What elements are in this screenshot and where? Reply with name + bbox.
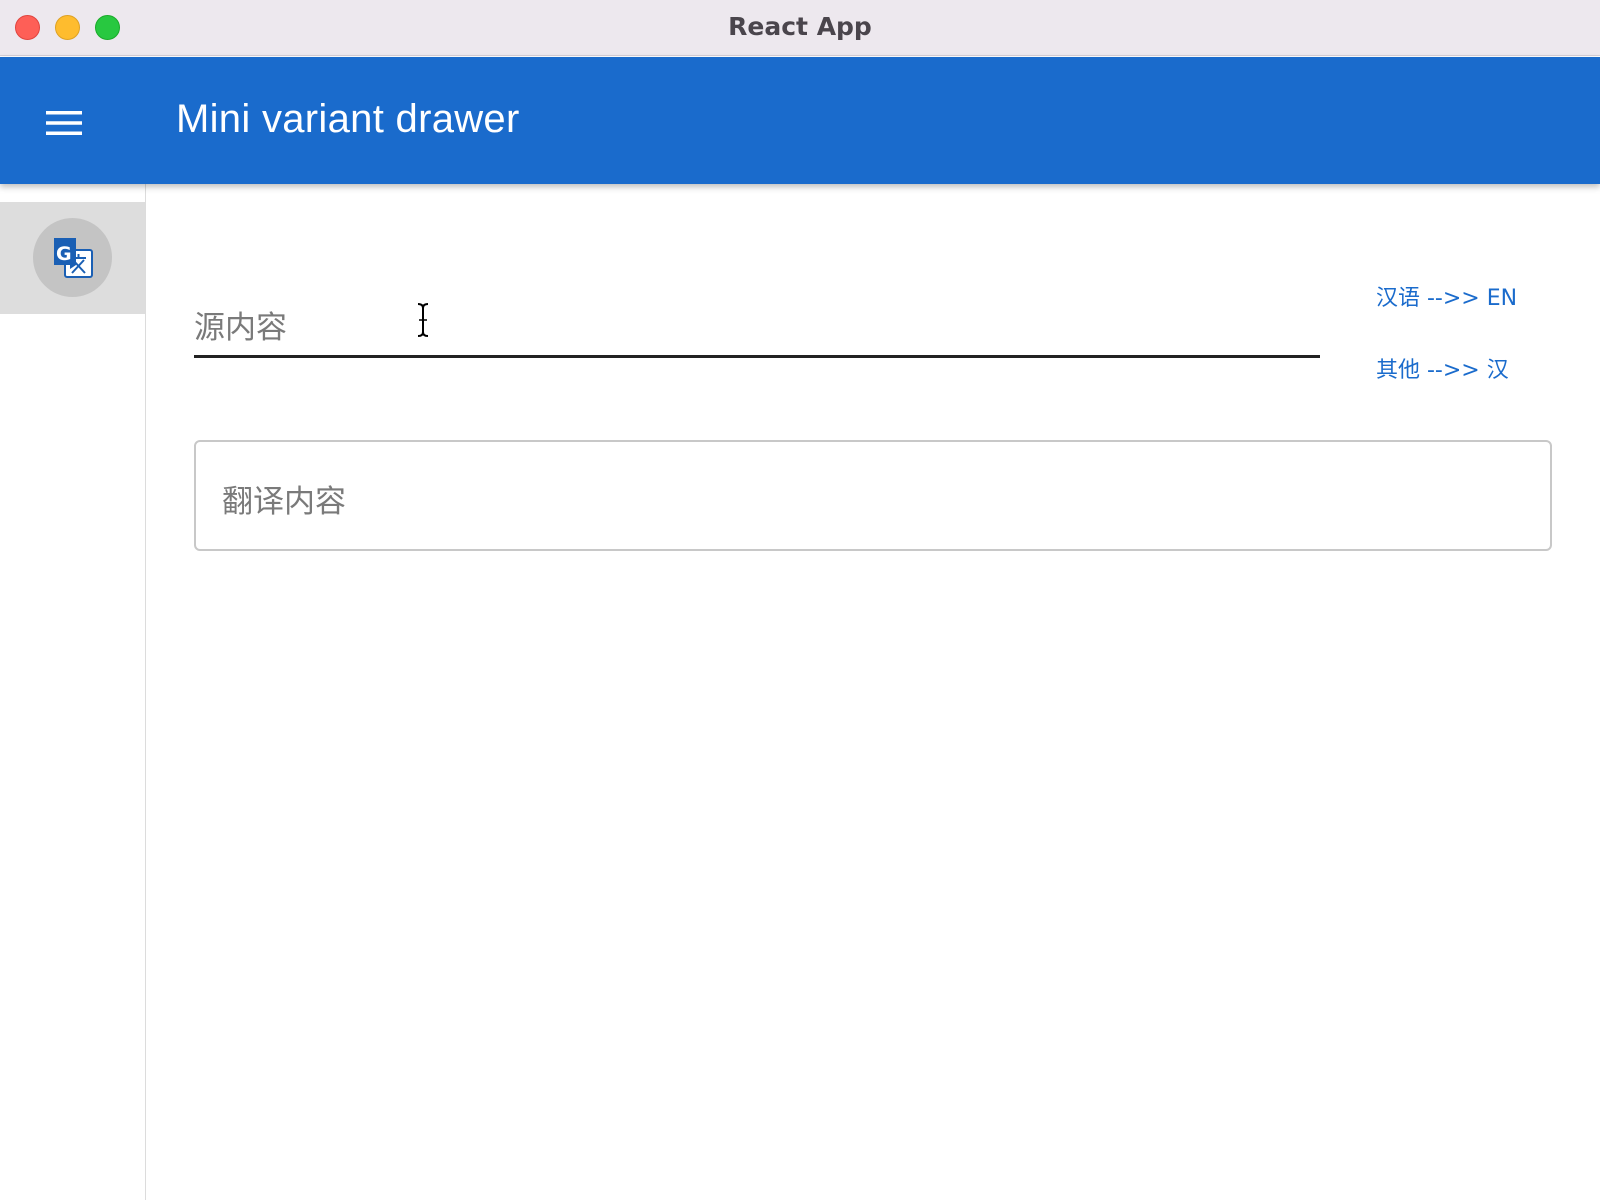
- avatar: G: [33, 218, 112, 297]
- other-to-zh-button[interactable]: 其他 -->> 汉: [1368, 348, 1517, 388]
- app-bar: Mini variant drawer: [0, 57, 1600, 184]
- source-text-field[interactable]: [194, 294, 1320, 358]
- main-content: 汉语 -->> EN 其他 -->> 汉: [146, 184, 1600, 1200]
- app-window: React App Mini variant drawer G 源内容 汉语 -…: [0, 0, 1600, 1200]
- menu-icon: [46, 111, 82, 135]
- title-bar: React App: [0, 0, 1600, 56]
- google-translate-icon: G: [53, 237, 93, 278]
- app-bar-title: Mini variant drawer: [176, 97, 520, 141]
- translation-output-field[interactable]: [194, 440, 1552, 551]
- mini-drawer: G: [0, 184, 146, 1200]
- source-input[interactable]: [194, 294, 1320, 355]
- text-cursor-icon: [417, 303, 429, 337]
- window-title: React App: [728, 12, 872, 41]
- drawer-item-translate[interactable]: G: [0, 202, 145, 314]
- open-drawer-button[interactable]: [22, 81, 106, 165]
- zh-to-en-button[interactable]: 汉语 -->> EN: [1368, 276, 1525, 316]
- translation-output-textarea[interactable]: [196, 442, 1550, 549]
- svg-text:G: G: [56, 243, 72, 265]
